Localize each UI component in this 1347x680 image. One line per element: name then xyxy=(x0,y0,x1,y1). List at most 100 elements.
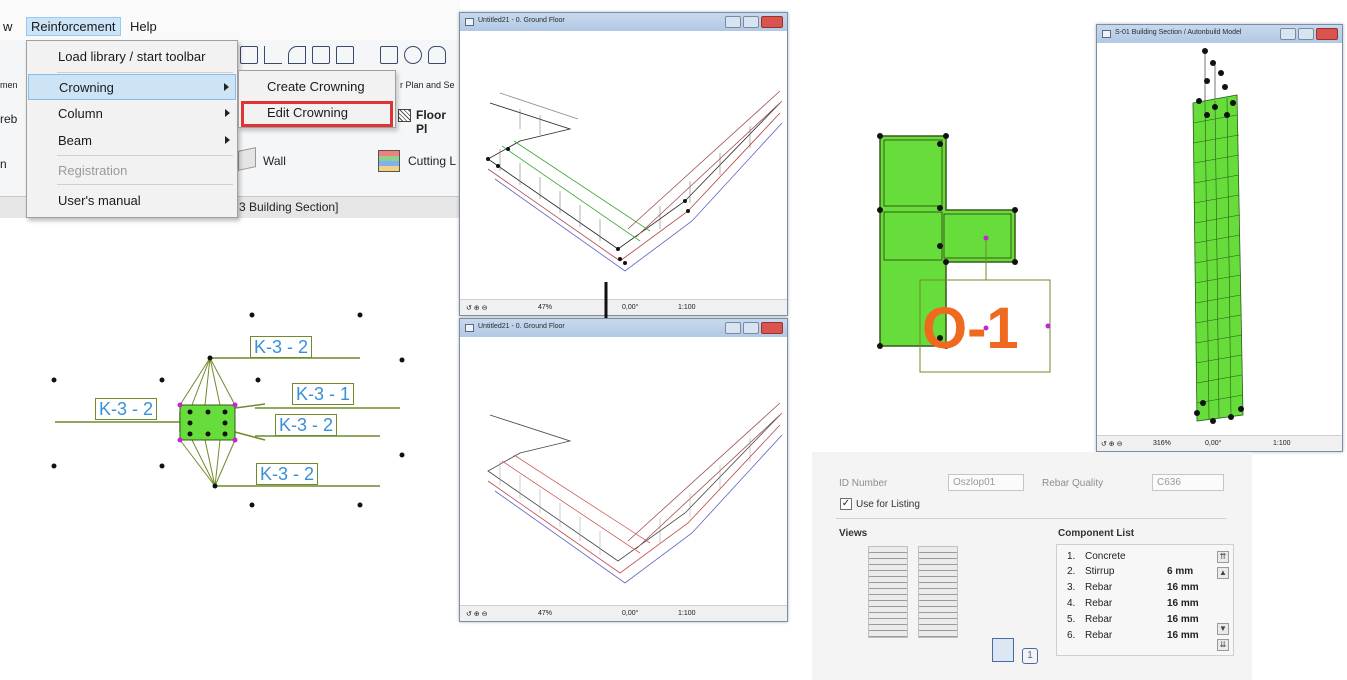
toolbar-grid-icon[interactable] xyxy=(312,46,330,64)
scroll-up-button[interactable]: ▲ xyxy=(1217,567,1229,579)
angle-readout[interactable]: 0,00° xyxy=(622,304,638,311)
zoom-readout[interactable]: 316% xyxy=(1153,440,1171,447)
list-item[interactable]: 2. Stirrup 6 mm xyxy=(1067,566,1207,580)
use-for-listing-label: Use for Listing xyxy=(856,499,920,510)
wall-icon xyxy=(238,147,256,171)
cutting-tool-label[interactable]: Cutting L xyxy=(408,154,456,168)
angle-readout[interactable]: 0,00° xyxy=(622,610,638,617)
component-size: 16 mm xyxy=(1167,614,1199,625)
menu-item-crowning[interactable]: Crowning xyxy=(28,74,236,100)
side-view-thumbnail[interactable] xyxy=(918,546,958,638)
reinforcement-dropdown: Load library / start toolbar Crowning Co… xyxy=(26,40,238,218)
viewer-statusbar: ↺ ⊕ ⊖ 316% 0,00° 1:100 xyxy=(1097,435,1342,451)
component-name: Rebar xyxy=(1085,598,1113,609)
menu-item-registration: Registration xyxy=(28,158,236,184)
maximize-button[interactable] xyxy=(743,322,759,334)
list-item[interactable]: 6. Rebar 16 mm xyxy=(1067,630,1207,644)
submenu-arrow-icon xyxy=(225,109,230,117)
column-tag-label: O-1 xyxy=(922,296,1019,361)
submenu-create-crowning[interactable]: Create Crowning xyxy=(267,79,365,94)
side-fragment: reb xyxy=(0,112,18,126)
crowning-submenu: Create Crowning Edit Crowning xyxy=(238,70,396,128)
id-number-field[interactable]: Oszlop01 xyxy=(948,474,1024,491)
menu-item-beam[interactable]: Beam xyxy=(28,128,236,154)
toolbar-arc-icon[interactable] xyxy=(288,46,306,64)
minimize-button[interactable] xyxy=(725,16,741,28)
menu-reinforcement[interactable]: Reinforcement xyxy=(26,17,121,36)
column-cage-3d-view xyxy=(1192,48,1244,424)
list-item[interactable]: 3. Rebar 16 mm xyxy=(1067,582,1207,596)
menu-item-column[interactable]: Column xyxy=(28,101,236,127)
scale-readout[interactable]: 1:100 xyxy=(1273,440,1291,447)
use-for-listing-checkbox[interactable]: ✓ xyxy=(840,498,852,510)
toolbar-node-icon[interactable] xyxy=(380,46,398,64)
viewer-window-section: S-01 Building Section / Autonbuild Model xyxy=(1096,24,1343,452)
window-titlebar[interactable]: S-01 Building Section / Autonbuild Model xyxy=(1097,25,1342,43)
close-button[interactable] xyxy=(761,322,783,334)
menu-item-users-manual[interactable]: User's manual xyxy=(28,188,236,214)
submenu-edit-crowning[interactable]: Edit Crowning xyxy=(267,105,348,120)
window-title: Untitled21 - 0. Ground Floor xyxy=(478,17,565,24)
zoom-readout[interactable]: 47% xyxy=(538,304,552,311)
side-fragment: n xyxy=(0,157,7,171)
rebar-quality-field[interactable]: C636 xyxy=(1152,474,1224,491)
floor-plan-label[interactable]: Floor Pl xyxy=(416,108,460,136)
wall-tool-label[interactable]: Wall xyxy=(263,154,286,168)
app-icon xyxy=(465,324,474,332)
toolbar-corner-icon[interactable] xyxy=(264,46,282,64)
scale-readout[interactable]: 1:100 xyxy=(678,304,696,311)
window-titlebar[interactable]: Untitled21 - 0. Ground Floor xyxy=(460,13,787,31)
floor-plan-section-label[interactable]: r Plan and Se xyxy=(400,80,455,90)
close-button[interactable] xyxy=(1316,28,1338,40)
minimize-button[interactable] xyxy=(725,322,741,334)
component-name: Stirrup xyxy=(1085,566,1115,577)
nav-controls-icon[interactable]: ↺ ⊕ ⊖ xyxy=(466,304,488,312)
elevation-view-thumbnail[interactable] xyxy=(868,546,908,638)
info-badge-icon[interactable]: 1 xyxy=(1022,648,1038,664)
minimize-button[interactable] xyxy=(1280,28,1296,40)
menu-separator xyxy=(57,72,233,73)
side-fragment: men xyxy=(0,80,18,90)
maximize-button[interactable] xyxy=(743,16,759,28)
component-size: 16 mm xyxy=(1167,582,1199,593)
crowning-label: K-3 - 2 xyxy=(256,463,319,485)
document-icon[interactable] xyxy=(992,638,1014,662)
toolbar-brush-icon[interactable] xyxy=(404,46,422,64)
cutting-icon xyxy=(378,150,400,172)
row-number: 4. xyxy=(1067,598,1076,609)
crowning-label: K-3 - 2 xyxy=(250,336,313,358)
component-list: 1. Concrete 2. Stirrup 6 mm 3. Rebar 16 … xyxy=(1056,544,1234,656)
zoom-readout[interactable]: 47% xyxy=(538,610,552,617)
toolbar-tool-icon[interactable] xyxy=(240,46,258,64)
menu-panel: w Reinforcement Help men reb n szl r Pla… xyxy=(0,0,460,225)
toolbar-house-icon[interactable] xyxy=(336,46,354,64)
angle-readout[interactable]: 0,00° xyxy=(1205,440,1221,447)
row-number: 3. xyxy=(1067,582,1076,593)
scale-readout[interactable]: 1:100 xyxy=(678,610,696,617)
menu-item-label: Load library / start toolbar xyxy=(58,49,206,64)
toolbar-home-icon[interactable] xyxy=(428,46,446,64)
list-item[interactable]: 1. Concrete xyxy=(1067,551,1207,565)
row-number: 6. xyxy=(1067,630,1076,641)
nav-controls-icon[interactable]: ↺ ⊕ ⊖ xyxy=(1101,440,1123,448)
close-button[interactable] xyxy=(761,16,783,28)
rebar-quality-label: Rebar Quality xyxy=(1042,478,1104,489)
scroll-down-button[interactable]: ▼ xyxy=(1217,623,1229,635)
row-number: 2. xyxy=(1067,566,1076,577)
floor-plan-icon xyxy=(398,109,411,122)
scroll-bottom-button[interactable]: ⇊ xyxy=(1217,639,1229,651)
scroll-top-button[interactable]: ⇈ xyxy=(1217,551,1229,563)
menu-item-load-library[interactable]: Load library / start toolbar xyxy=(28,44,236,70)
list-item[interactable]: 4. Rebar 16 mm xyxy=(1067,598,1207,612)
maximize-button[interactable] xyxy=(1298,28,1314,40)
menu-fragment[interactable]: w xyxy=(3,19,12,34)
rebar-settings-dialog: ID Number Oszlop01 Rebar Quality C636 ✓ … xyxy=(812,452,1252,680)
window-titlebar[interactable]: Untitled21 - 0. Ground Floor xyxy=(460,319,787,337)
component-size: 16 mm xyxy=(1167,630,1199,641)
component-size: 6 mm xyxy=(1167,566,1194,577)
list-item[interactable]: 5. Rebar 16 mm xyxy=(1067,614,1207,628)
nav-controls-icon[interactable]: ↺ ⊕ ⊖ xyxy=(466,610,488,618)
menu-item-label: User's manual xyxy=(58,193,141,208)
menu-help[interactable]: Help xyxy=(130,19,157,34)
component-name: Rebar xyxy=(1085,582,1113,593)
